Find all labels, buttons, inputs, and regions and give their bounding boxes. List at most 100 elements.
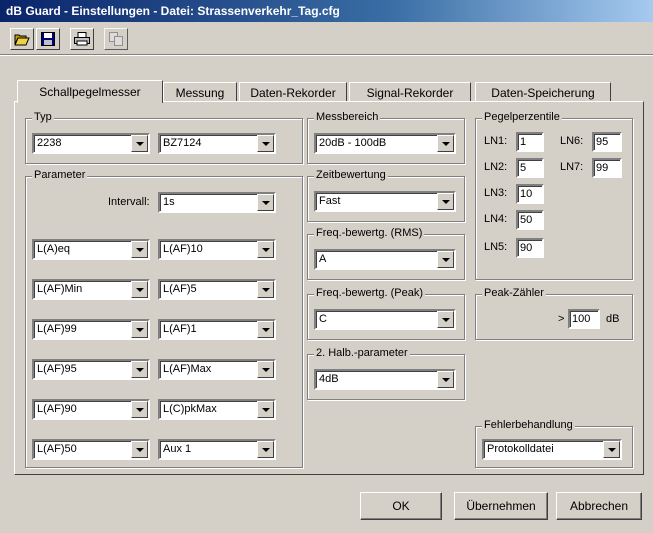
device-type-select[interactable]: 2238 [32,133,150,154]
chevron-down-icon[interactable] [257,194,274,211]
chevron-down-icon[interactable] [131,135,148,152]
messbereich-select[interactable]: 20dB - 100dB [314,133,456,154]
zeitbewertung-select[interactable]: Fast [314,191,456,212]
chevron-down-icon[interactable] [257,361,274,378]
peak-zaehler-legend: Peak-Zähler [482,287,546,299]
parameter-select[interactable]: L(AF)5 [158,279,276,300]
parameter-value: L(AF)90 [37,403,77,415]
parameter-select[interactable]: L(AF)95 [32,359,150,380]
chevron-down-icon[interactable] [131,321,148,338]
copy-button[interactable] [104,28,128,50]
ln2-label: LN2: [484,161,508,173]
cancel-button[interactable]: Abbrechen [556,492,642,520]
chevron-down-icon[interactable] [257,441,274,458]
tab-signal-rekorder[interactable]: Signal-Rekorder [349,82,471,102]
intervall-select[interactable]: 1s [158,192,276,213]
chevron-down-icon[interactable] [603,441,620,458]
save-button[interactable] [36,28,60,50]
chevron-down-icon[interactable] [437,371,454,388]
chevron-down-icon[interactable] [131,401,148,418]
freq-peak-legend: Freq.-bewertg. (Peak) [314,287,425,299]
parameter-select[interactable]: L(AF)Max [158,359,276,380]
intervall-value: 1s [163,196,175,208]
parameter-select[interactable]: L(C)pkMax [158,399,276,420]
parameter-select[interactable]: L(AF)50 [32,439,150,460]
parameter-value: L(AF)50 [37,443,77,455]
typ-group: Typ 2238 BZ7124 [25,111,303,164]
fehlerbehandlung-select[interactable]: Protokolldatei [482,439,622,460]
ln5-field[interactable]: 90 [516,238,544,258]
messbereich-group: Messbereich 20dB - 100dB [307,111,465,164]
chevron-down-icon[interactable] [257,135,274,152]
ln4-field[interactable]: 50 [516,210,544,230]
freq-peak-group: Freq.-bewertg. (Peak) C [307,287,465,340]
toolbar-separator [0,54,653,56]
parameter-select[interactable]: L(AF)10 [158,239,276,260]
ok-button[interactable]: OK [360,492,442,520]
messbereich-value: 20dB - 100dB [319,137,387,149]
print-button[interactable] [70,28,94,50]
copy-icon [109,32,123,46]
parameter-select[interactable]: L(AF)1 [158,319,276,340]
halb-parameter-value: 4dB [319,373,339,385]
ln2-field[interactable]: 5 [516,158,544,178]
chevron-down-icon[interactable] [257,321,274,338]
messbereich-legend: Messbereich [314,111,381,123]
open-button[interactable] [10,28,34,50]
chevron-down-icon[interactable] [437,251,454,268]
printer-icon [74,32,90,46]
tab-daten-rekorder[interactable]: Daten-Rekorder [239,82,347,102]
parameter-select[interactable]: L(AF)Min [32,279,150,300]
pegelperzentile-group: Pegelperzentile LN1: 1 LN2: 5 LN3: 10 LN… [475,111,633,280]
parameter-value: L(AF)10 [163,243,203,255]
freq-rms-select[interactable]: A [314,249,456,270]
parameter-value: L(AF)95 [37,363,77,375]
fehlerbehandlung-value: Protokolldatei [487,443,554,455]
parameter-value: Aux 1 [163,443,192,455]
ln3-label: LN3: [484,187,508,199]
parameter-select[interactable]: L(AF)90 [32,399,150,420]
tab-daten-speicherung[interactable]: Daten-Speicherung [475,82,611,102]
ln7-field[interactable]: 99 [592,158,622,178]
module-select[interactable]: BZ7124 [158,133,276,154]
chevron-down-icon[interactable] [437,311,454,328]
zeitbewertung-legend: Zeitbewertung [314,169,388,181]
chevron-down-icon[interactable] [131,241,148,258]
peak-zaehler-unit: dB [606,313,620,325]
chevron-down-icon[interactable] [131,281,148,298]
apply-button[interactable]: Übernehmen [454,492,548,520]
chevron-down-icon[interactable] [131,361,148,378]
freq-rms-group: Freq.-bewertg. (RMS) A [307,227,465,280]
parameter-value: L(A)eq [37,243,71,255]
parameter-select[interactable]: Aux 1 [158,439,276,460]
parameter-value: L(AF)1 [163,323,197,335]
module-value: BZ7124 [163,137,202,149]
parameter-legend: Parameter [32,169,88,181]
chevron-down-icon[interactable] [257,241,274,258]
parameter-value: L(AF)5 [163,283,197,295]
halb-parameter-legend: 2. Halb.-parameter [314,347,410,359]
ln6-field[interactable]: 95 [592,132,622,152]
toolbar [0,24,653,56]
chevron-down-icon[interactable] [437,193,454,210]
peak-zaehler-field[interactable]: 100 [568,309,600,329]
ln1-field[interactable]: 1 [516,132,544,152]
open-folder-icon [14,34,30,46]
chevron-down-icon[interactable] [257,401,274,418]
halb-parameter-select[interactable]: 4dB [314,369,456,390]
parameter-value: L(AF)99 [37,323,77,335]
tab-messung[interactable]: Messung [163,82,237,102]
ln3-field[interactable]: 10 [516,184,544,204]
typ-legend: Typ [32,111,54,123]
parameter-value: L(AF)Max [163,363,212,375]
chevron-down-icon[interactable] [437,135,454,152]
parameter-select[interactable]: L(AF)99 [32,319,150,340]
chevron-down-icon[interactable] [257,281,274,298]
parameter-select[interactable]: L(A)eq [32,239,150,260]
tab-schallpegelmesser[interactable]: Schallpegelmesser [17,80,163,103]
ln6-label: LN6: [560,135,584,147]
freq-peak-select[interactable]: C [314,309,456,330]
chevron-down-icon[interactable] [131,441,148,458]
pegelperzentile-legend: Pegelperzentile [482,111,562,123]
device-type-value: 2238 [37,137,62,149]
